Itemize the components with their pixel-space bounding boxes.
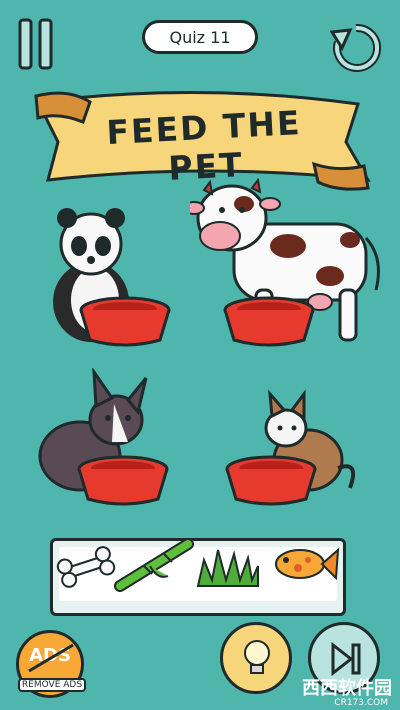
bone-icon[interactable] <box>54 545 118 589</box>
fish-icon[interactable] <box>270 542 340 584</box>
remove-ads-label: REMOVE ADS <box>18 678 86 692</box>
no-sign-icon <box>28 643 74 673</box>
hint-button[interactable] <box>220 622 292 694</box>
quiz-label: Quiz 11 <box>169 27 231 47</box>
bowl-cat[interactable] <box>224 455 319 510</box>
watermark-url: CR173.COM <box>334 698 388 708</box>
pause-icon <box>18 18 53 70</box>
quiz-level-pill: Quiz 11 <box>142 20 258 54</box>
restart-icon <box>329 23 382 72</box>
bowl-panda[interactable] <box>78 296 173 351</box>
bowl-cow[interactable] <box>222 296 317 351</box>
restart-button[interactable] <box>329 22 382 78</box>
pause-button[interactable] <box>18 18 54 76</box>
grass-icon[interactable] <box>194 540 262 590</box>
bowl-dog[interactable] <box>76 455 171 510</box>
watermark-logo: 西西软件园 <box>302 678 392 699</box>
bamboo-icon[interactable] <box>114 536 194 592</box>
lightbulb-icon <box>244 640 270 674</box>
skip-icon <box>331 641 361 677</box>
